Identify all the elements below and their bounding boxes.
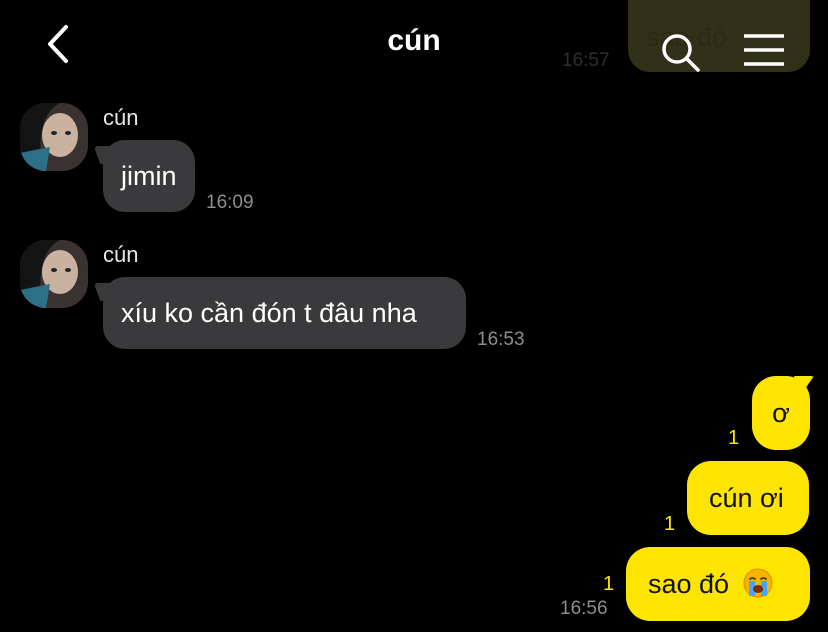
search-button[interactable] bbox=[660, 32, 700, 72]
message-text: cún ơi bbox=[709, 483, 784, 513]
message-text: xíu ko cần đón t đâu nha bbox=[121, 298, 417, 328]
message-time: 16:53 bbox=[477, 329, 525, 350]
message-text: ơ bbox=[772, 398, 790, 428]
chat-title: cún bbox=[387, 24, 441, 57]
bubble-tail bbox=[93, 146, 119, 164]
bubble-tail bbox=[794, 376, 814, 396]
message-text: sao đó bbox=[648, 569, 730, 599]
outgoing-message-bubble[interactable]: sao đó bbox=[626, 547, 810, 621]
avatar[interactable] bbox=[20, 103, 88, 171]
profile-photo-icon bbox=[20, 240, 88, 308]
menu-icon bbox=[744, 34, 784, 66]
bubble-tail bbox=[93, 283, 119, 301]
outgoing-message-bubble[interactable]: cún ơi bbox=[687, 461, 809, 535]
profile-photo-icon bbox=[20, 103, 88, 171]
unread-count: 1 bbox=[603, 573, 615, 595]
search-icon bbox=[662, 34, 700, 72]
message-text: jimin bbox=[121, 161, 177, 191]
message-time: 16:09 bbox=[206, 192, 254, 213]
outgoing-message-bubble[interactable]: ơ bbox=[752, 376, 814, 450]
chat-header: cún bbox=[0, 0, 828, 88]
sender-name: cún bbox=[103, 242, 139, 267]
incoming-message-bubble[interactable]: jimin bbox=[93, 140, 195, 212]
loudly-crying-face-icon bbox=[743, 568, 773, 598]
incoming-message-bubble[interactable]: xíu ko cần đón t đâu nha bbox=[93, 277, 466, 349]
menu-button[interactable] bbox=[742, 32, 786, 68]
unread-count: 1 bbox=[728, 427, 740, 449]
unread-count: 1 bbox=[664, 513, 676, 535]
sender-name: cún bbox=[103, 105, 139, 130]
message-time: 16:56 bbox=[560, 598, 608, 619]
avatar[interactable] bbox=[20, 240, 88, 308]
